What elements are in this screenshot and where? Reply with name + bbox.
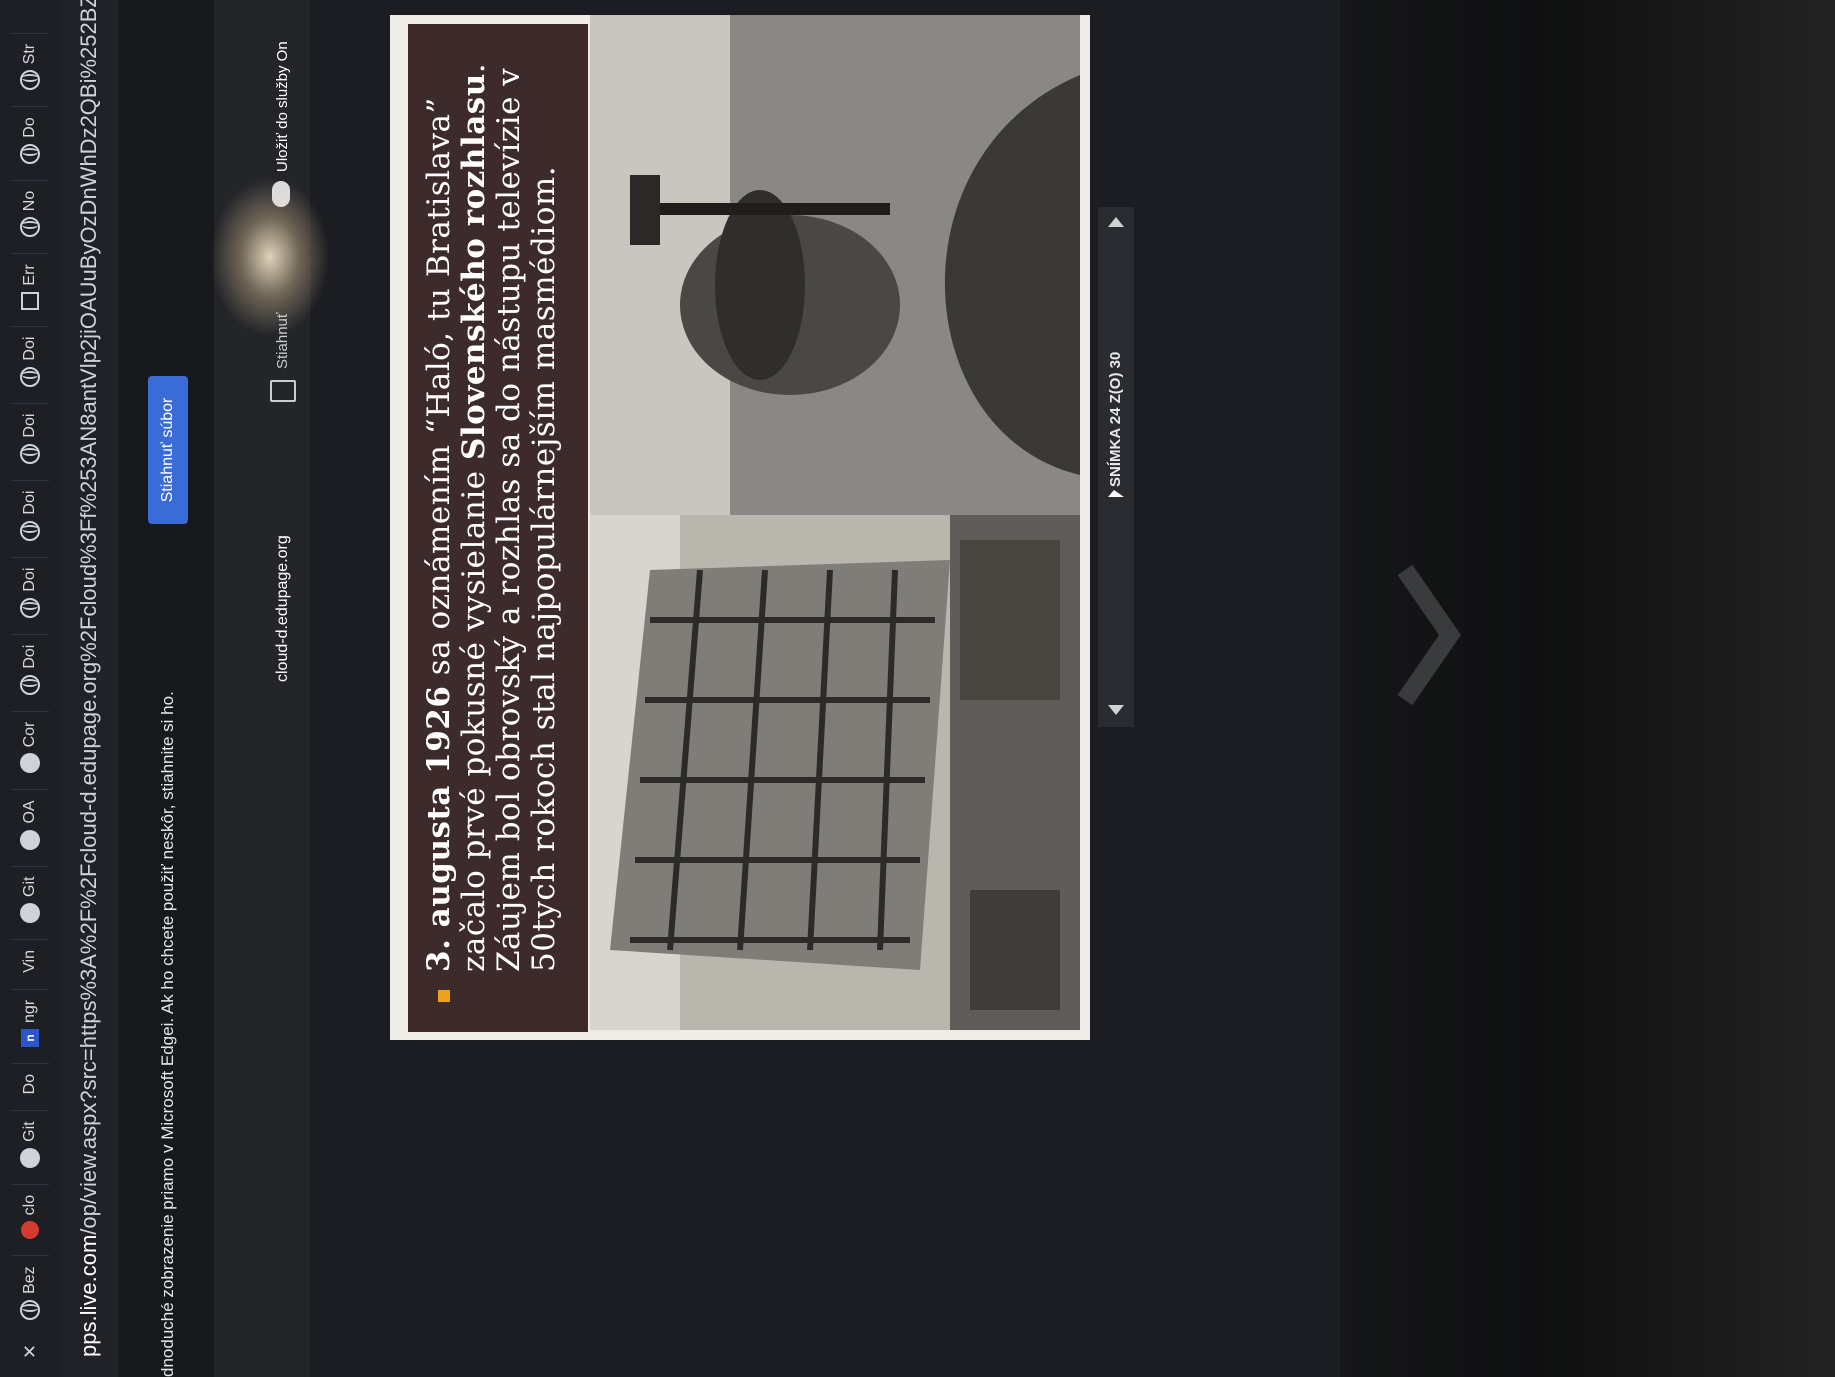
github-icon xyxy=(20,753,40,774)
viewer-domain: cloud-d.edupage.org xyxy=(274,535,291,682)
download-button[interactable]: Stiahnuť xyxy=(274,313,291,370)
download-file-button[interactable]: Stiahnuť súbor xyxy=(148,376,188,524)
github-icon xyxy=(20,829,40,850)
tab[interactable]: Bez xyxy=(11,1255,49,1330)
close-icon[interactable]: ✕ xyxy=(20,1336,41,1367)
tab[interactable]: OA xyxy=(11,789,49,860)
tab-label: OA xyxy=(21,800,38,824)
slide-textbox: 3. augusta 1926 sa oznámením “Haló, tu B… xyxy=(408,24,588,1032)
tab[interactable]: Doi xyxy=(11,402,49,474)
slide-text-bold: Slovenského rozhlasu xyxy=(456,73,492,461)
tab[interactable]: Doi xyxy=(11,479,49,551)
tab[interactable]: Git xyxy=(11,865,49,933)
tab-label: Do xyxy=(21,117,38,138)
globe-icon xyxy=(20,70,40,91)
globe-icon xyxy=(20,143,40,164)
tab-label: Err xyxy=(21,264,38,286)
tab[interactable]: Cor xyxy=(11,710,49,784)
download-icon[interactable] xyxy=(270,380,296,402)
tab-label: Vin xyxy=(21,950,38,973)
tab-label: Bez xyxy=(21,1266,38,1294)
tab-label: Str xyxy=(21,43,38,65)
tab-label: No xyxy=(21,190,38,212)
tab-label: Doi xyxy=(21,644,38,669)
tab[interactable]: n ngr xyxy=(11,988,49,1057)
chevron-down-icon xyxy=(1397,564,1461,706)
tab[interactable]: Do xyxy=(11,1062,49,1105)
powerpoint-icon xyxy=(21,1221,39,1240)
globe-icon xyxy=(20,1299,40,1320)
slide-counter: SNÍMKA 24 Z(O) 30 xyxy=(1107,351,1124,487)
notice-text: dnoduché zobrazenie priamo v Microsoft E… xyxy=(158,691,177,1377)
n-icon: n xyxy=(21,1028,39,1047)
calendar-icon xyxy=(21,291,39,310)
viewer-header: cloud-d.edupage.org Stiahnuť Uložiť do s… xyxy=(214,0,310,1377)
bullet-icon xyxy=(438,990,450,1002)
tab[interactable]: Git xyxy=(11,1110,49,1178)
tab[interactable]: Vin xyxy=(11,939,49,983)
globe-icon xyxy=(20,443,40,464)
tab[interactable]: Doi xyxy=(11,556,49,628)
tab-label: clo xyxy=(21,1194,38,1216)
tab-label: Git xyxy=(21,1121,38,1142)
notice-bar: dnoduché zobrazenie priamo v Microsoft E… xyxy=(118,0,215,1377)
cloud-icon[interactable] xyxy=(272,181,290,207)
tab[interactable]: Err xyxy=(11,253,49,320)
tab-label: ngr xyxy=(21,999,38,1023)
github-icon xyxy=(20,1147,40,1168)
tab-label: Cor xyxy=(21,721,38,748)
tab[interactable]: Str xyxy=(11,32,49,101)
slide-text-date: 3. augusta 1926 xyxy=(421,685,457,972)
slide-text: 3. augusta 1926 sa oznámením “Haló, tu B… xyxy=(421,32,562,972)
globe-icon xyxy=(20,674,40,695)
laptop-screen: ✕ Bez clo Git Do n ngr Vin Git OA Cor Doi… xyxy=(0,0,1340,1377)
announcer-photo xyxy=(590,15,1080,515)
tab-label: Doi xyxy=(21,490,38,515)
tab-strip: ✕ Bez clo Git Do n ngr Vin Git OA Cor Doi… xyxy=(0,0,60,1377)
construction-photo xyxy=(590,515,1080,1030)
tab-label: Doi xyxy=(21,413,38,438)
tab-label: Doi xyxy=(21,336,38,361)
address-bar[interactable]: pps.live.com/op/view.aspx?src=https%3A%2… xyxy=(60,0,118,1377)
address-path: /op/view.aspx?src=https%3A%2F%2Fcloud-d.… xyxy=(76,0,101,1235)
tab[interactable]: clo xyxy=(11,1183,49,1250)
slide-navigation: SNÍMKA 24 Z(O) 30 xyxy=(1098,207,1134,727)
globe-icon xyxy=(20,520,40,541)
address-host: pps.live.com xyxy=(76,1234,101,1357)
mouse-cursor-icon xyxy=(1108,490,1124,497)
browser-window: ✕ Bez clo Git Do n ngr Vin Git OA Cor Doi… xyxy=(0,0,1340,1377)
tab[interactable]: Doi xyxy=(11,325,49,397)
globe-icon xyxy=(20,597,40,618)
globe-icon xyxy=(20,217,40,238)
tab[interactable]: No xyxy=(11,179,49,248)
previous-slide-icon[interactable] xyxy=(1108,705,1124,715)
tab-label: Doi xyxy=(21,567,38,592)
next-slide-icon[interactable] xyxy=(1108,217,1124,227)
globe-icon xyxy=(20,366,40,387)
slide: 3. augusta 1926 sa oznámením “Haló, tu B… xyxy=(390,15,1090,1040)
save-to-onedrive-button[interactable]: Uložiť do služby On xyxy=(274,41,291,172)
tab[interactable]: Do xyxy=(11,106,49,174)
github-icon xyxy=(20,903,40,923)
tab-label: Git xyxy=(21,876,38,897)
tab-label: Do xyxy=(21,1073,38,1095)
tab[interactable]: Doi xyxy=(11,633,49,705)
